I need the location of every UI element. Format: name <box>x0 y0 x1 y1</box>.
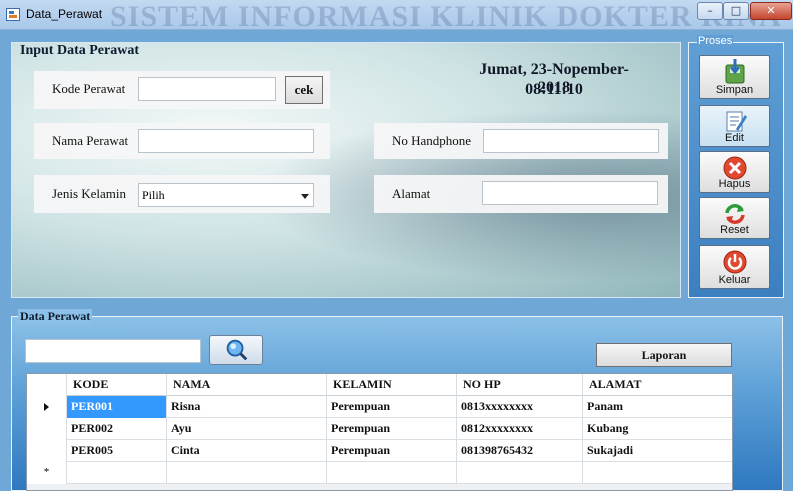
no-handphone-input[interactable] <box>483 129 659 153</box>
cell-no-hp[interactable]: 0812xxxxxxxx <box>457 418 583 440</box>
kode-label: Kode Perawat <box>52 81 126 96</box>
reset-label: Reset <box>720 224 749 236</box>
reset-button[interactable]: Reset <box>699 197 770 239</box>
laporan-button[interactable]: Laporan <box>596 343 732 367</box>
proses-panel: Proses Simpan Edit Hapus Reset Keluar <box>688 35 784 298</box>
current-row-arrow-icon <box>44 403 49 411</box>
cell-no-hp[interactable]: 081398765432 <box>457 440 583 462</box>
alamat-input[interactable] <box>482 181 658 205</box>
cell-nama[interactable]: Cinta <box>167 440 327 462</box>
cell-no-hp[interactable] <box>457 462 583 484</box>
cell-kode[interactable]: PER005 <box>67 440 167 462</box>
nama-perawat-input[interactable] <box>138 129 314 153</box>
minimize-button[interactable]: – <box>697 2 723 20</box>
data-perawat-panel: Data Perawat Laporan KODE NAMA KELAMIN N… <box>11 309 783 491</box>
cell-alamat[interactable]: Kubang <box>583 418 732 440</box>
cell-kelamin[interactable]: Perempuan <box>327 440 457 462</box>
grid-header-row: KODE NAMA KELAMIN NO HP ALAMAT <box>27 374 732 396</box>
table-row[interactable]: PER001 Risna Perempuan 0813xxxxxxxx Pana… <box>27 396 732 418</box>
cell-alamat[interactable]: Sukajadi <box>583 440 732 462</box>
close-button[interactable]: ✕ <box>750 2 792 20</box>
edit-label: Edit <box>725 132 744 144</box>
save-icon <box>725 59 745 84</box>
jenis-kelamin-label: Jenis Kelamin <box>52 186 127 201</box>
search-button[interactable] <box>209 335 263 365</box>
window-title: Data_Perawat <box>26 7 103 21</box>
input-panel-title: Input Data Perawat <box>20 43 139 58</box>
nama-label: Nama Perawat <box>52 133 129 148</box>
column-header-alamat[interactable]: ALAMAT <box>583 374 732 396</box>
title-watermark: SISTEM INFORMASI KLINIK DOKTER RINA <box>110 0 782 30</box>
cell-kelamin[interactable]: Perempuan <box>327 396 457 418</box>
cek-button[interactable]: cek <box>285 76 323 104</box>
simpan-button[interactable]: Simpan <box>699 55 770 99</box>
hapus-label: Hapus <box>718 178 751 190</box>
table-row[interactable]: PER005 Cinta Perempuan 081398765432 Suka… <box>27 440 732 462</box>
data-panel-title: Data Perawat <box>18 309 93 324</box>
simpan-label: Simpan <box>715 84 754 96</box>
new-row[interactable]: * <box>27 462 732 484</box>
cell-kelamin[interactable]: Perempuan <box>327 418 457 440</box>
jenis-kelamin-select[interactable]: Pilih <box>138 183 314 207</box>
cell-kode[interactable]: PER002 <box>67 418 167 440</box>
cell-kelamin[interactable] <box>327 462 457 484</box>
app-icon <box>6 8 20 21</box>
column-header-nama[interactable]: NAMA <box>167 374 327 396</box>
kode-perawat-input[interactable] <box>138 77 276 101</box>
title-bar: Data_Perawat SISTEM INFORMASI KLINIK DOK… <box>0 0 793 30</box>
hapus-button[interactable]: Hapus <box>699 151 770 193</box>
cell-alamat[interactable]: Panam <box>583 396 732 418</box>
exit-icon <box>723 250 747 274</box>
search-icon <box>226 339 248 361</box>
proses-title: Proses <box>697 35 734 47</box>
time-label: 08:11:10 <box>525 81 583 98</box>
keluar-button[interactable]: Keluar <box>699 245 770 289</box>
keluar-label: Keluar <box>718 274 751 286</box>
row-header-corner <box>27 374 67 396</box>
cell-alamat[interactable] <box>583 462 732 484</box>
cell-no-hp[interactable]: 0813xxxxxxxx <box>457 396 583 418</box>
input-data-panel: Input Data Perawat Jumat, 23-Nopember-20… <box>11 42 681 298</box>
cell-kode[interactable] <box>67 462 167 484</box>
edit-button[interactable]: Edit <box>699 105 770 147</box>
table-row[interactable]: PER002 Ayu Perempuan 0812xxxxxxxx Kubang <box>27 418 732 440</box>
cell-nama[interactable] <box>167 462 327 484</box>
row-selector[interactable] <box>27 418 67 440</box>
row-selector[interactable] <box>27 396 67 418</box>
column-header-kelamin[interactable]: KELAMIN <box>327 374 457 396</box>
no-handphone-label: No Handphone <box>392 133 472 148</box>
chevron-down-icon <box>301 194 309 199</box>
column-header-kode[interactable]: KODE <box>67 374 167 396</box>
cell-nama[interactable]: Ayu <box>167 418 327 440</box>
cell-kode[interactable]: PER001 <box>67 396 167 418</box>
row-selector[interactable] <box>27 440 67 462</box>
column-header-no-hp[interactable]: NO HP <box>457 374 583 396</box>
cell-nama[interactable]: Risna <box>167 396 327 418</box>
maximize-button[interactable]: □ <box>723 2 749 20</box>
new-row-marker: * <box>27 462 67 484</box>
data-perawat-grid[interactable]: KODE NAMA KELAMIN NO HP ALAMAT PER001 Ri… <box>26 373 733 491</box>
jenis-kelamin-value: Pilih <box>142 188 165 202</box>
alamat-label: Alamat <box>392 186 431 201</box>
search-input[interactable] <box>25 339 201 363</box>
